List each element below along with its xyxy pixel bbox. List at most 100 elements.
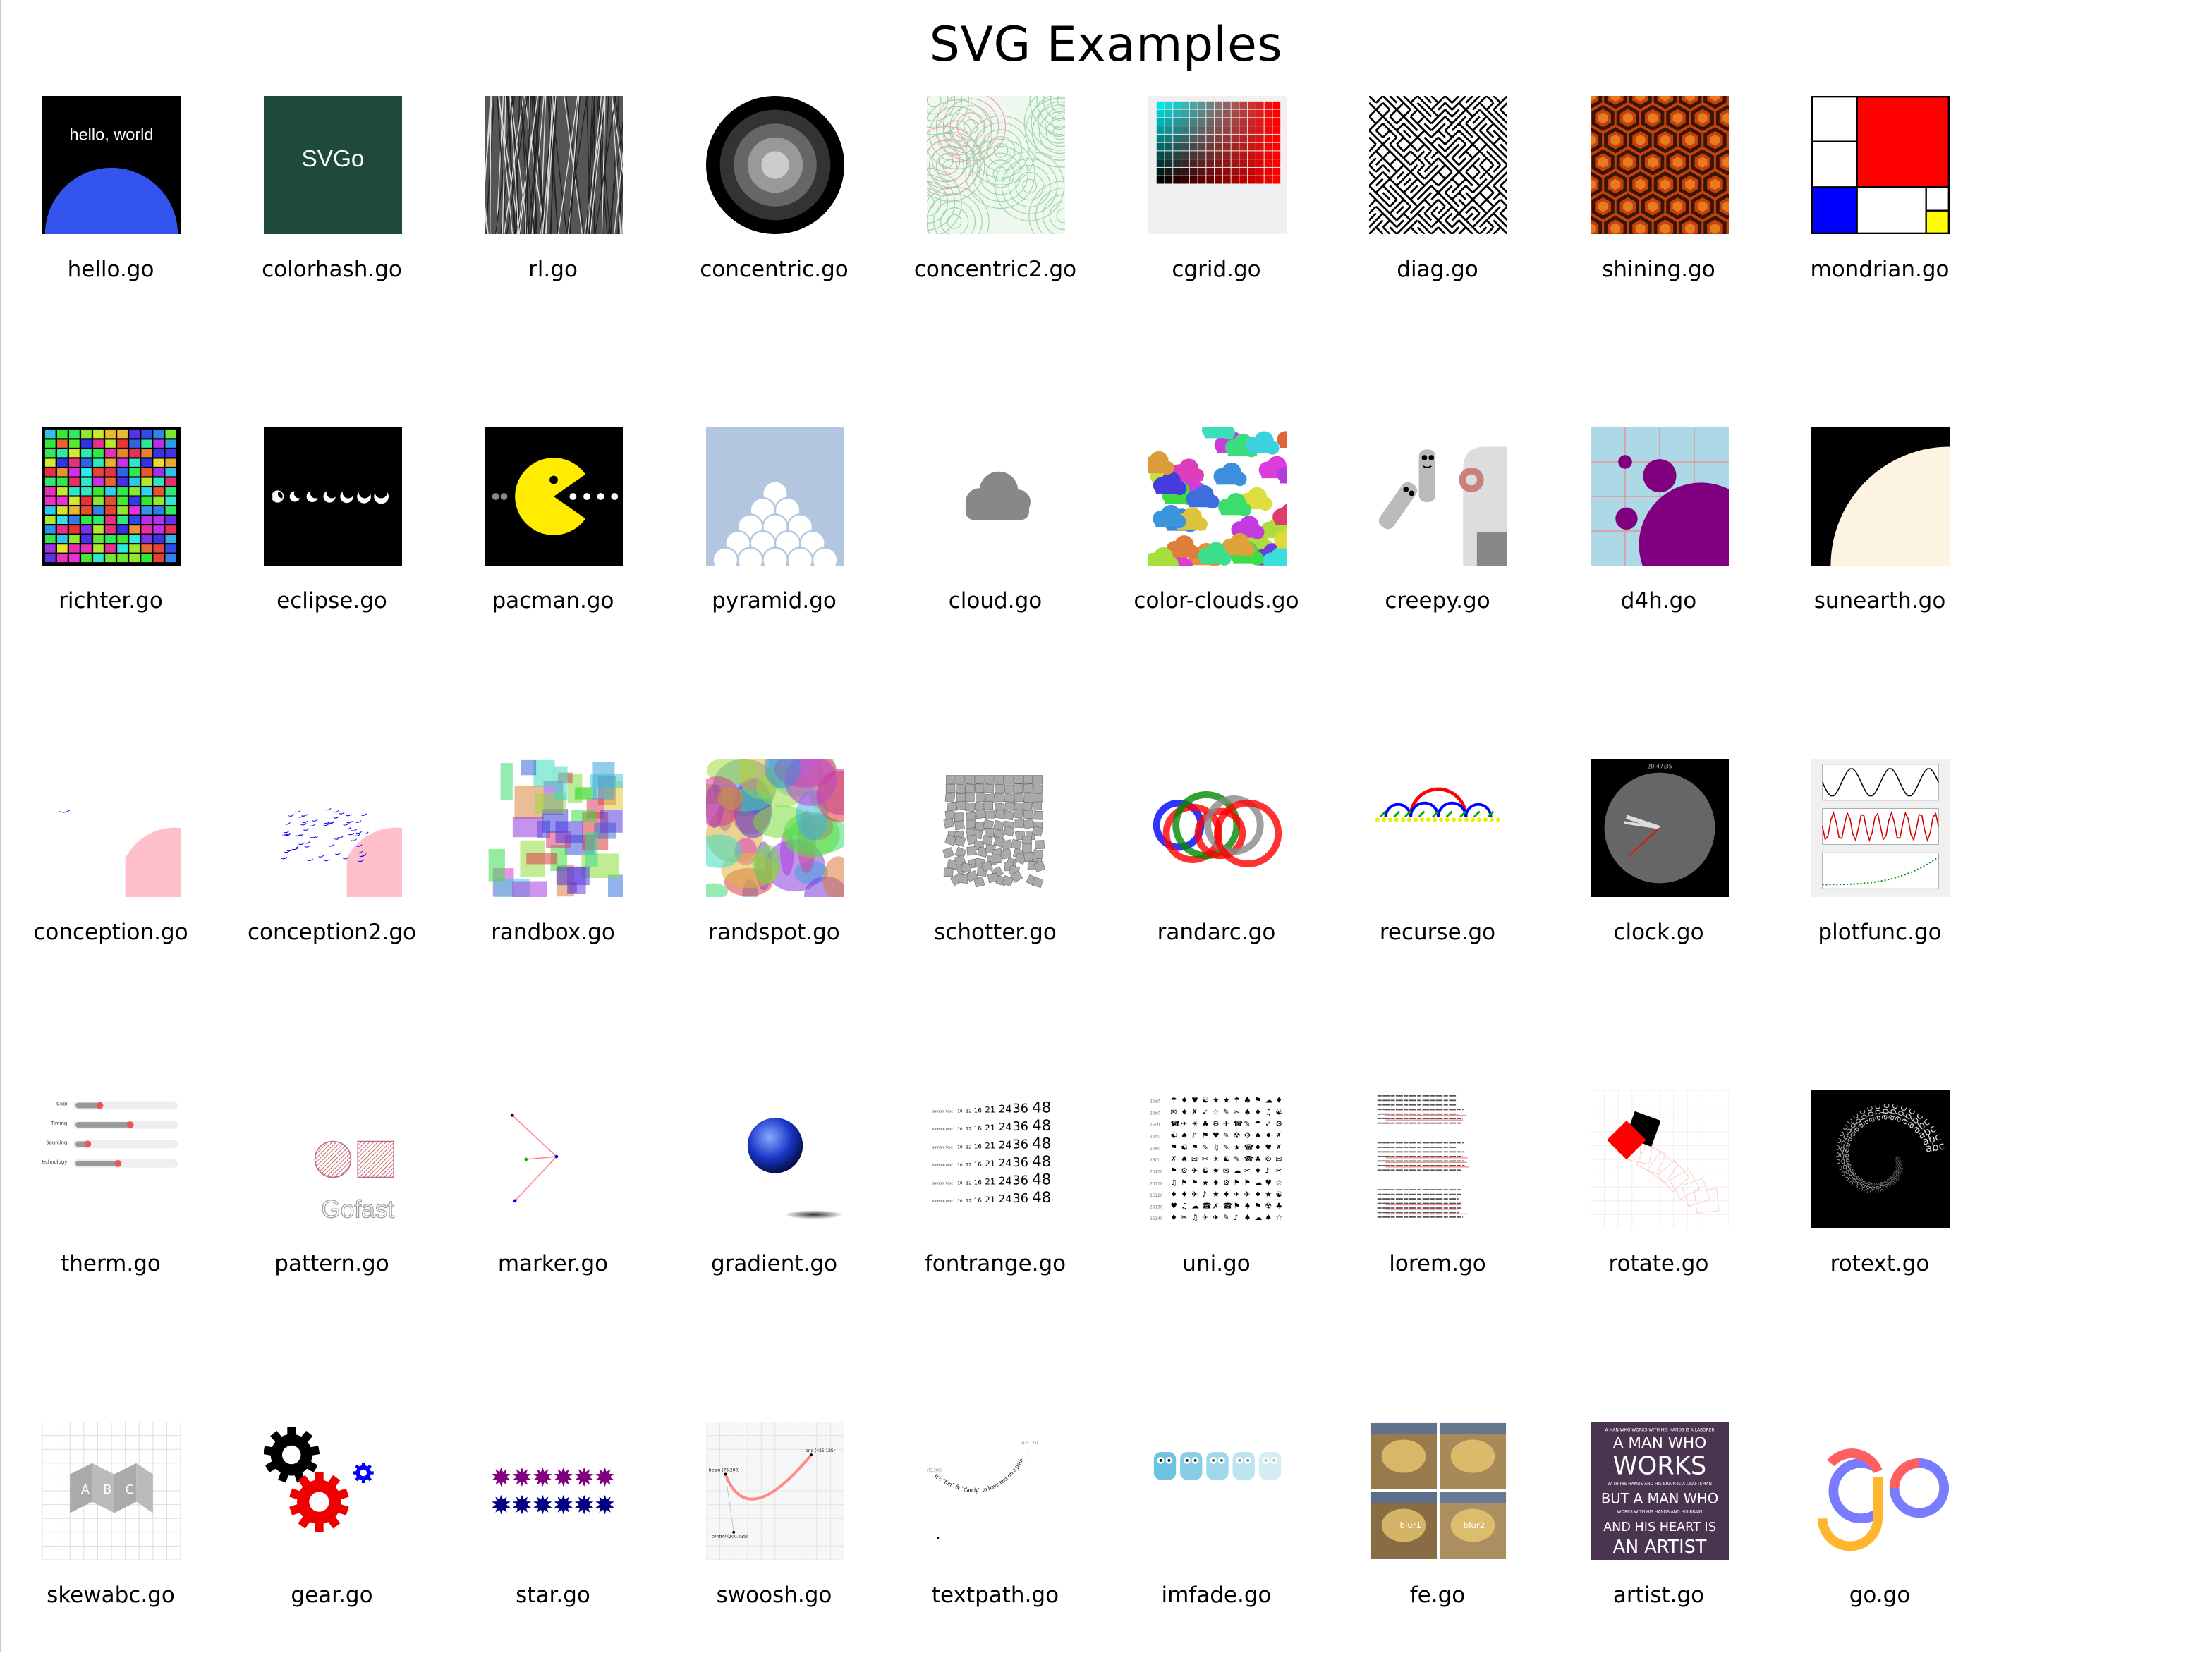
creepy-thumbnail[interactable]	[1369, 427, 1507, 566]
shining-carpet-thumbnail[interactable]	[1590, 96, 1729, 234]
example-label[interactable]: pyramid.go	[664, 588, 885, 614]
example-label[interactable]: creepy.go	[1327, 588, 1548, 614]
skew-abc-thumbnail[interactable]: AB C	[42, 1422, 181, 1560]
example-label[interactable]: therm.go	[0, 1251, 221, 1276]
example-imfade[interactable]: imfade.go	[1106, 1422, 1327, 1633]
example-rl[interactable]: rl.go	[442, 96, 664, 307]
example-concentric2[interactable]: concentric2.go	[885, 96, 1106, 307]
example-recurse[interactable]: recurse.go	[1327, 759, 1548, 970]
example-label[interactable]: cgrid.go	[1106, 257, 1327, 282]
example-label[interactable]: uni.go	[1106, 1251, 1327, 1276]
example-clock[interactable]: 20:47:35 clock.go	[1548, 759, 1770, 970]
go-logo-thumbnail[interactable]	[1811, 1422, 1950, 1560]
example-label[interactable]: rotext.go	[1769, 1251, 1991, 1276]
d4h-thumbnail[interactable]	[1590, 427, 1729, 566]
example-randbox[interactable]: randbox.go	[442, 759, 664, 970]
example-rotext[interactable]: abc abc abc abc abc abc abc abc abc abc abc abc abc a…	[1769, 1090, 1991, 1302]
example-conception[interactable]: conception.go	[0, 759, 221, 970]
gears-thumbnail[interactable]	[263, 1422, 402, 1560]
example-diag[interactable]: diag.go	[1327, 96, 1548, 307]
hello-world-thumbnail[interactable]: hello, world	[42, 96, 181, 234]
cloud-thumbnail[interactable]	[927, 427, 1065, 566]
random-spots-thumbnail[interactable]	[705, 759, 844, 897]
example-label[interactable]: mondrian.go	[1769, 257, 1991, 282]
example-label[interactable]: shining.go	[1548, 257, 1770, 282]
example-label[interactable]: color-clouds.go	[1106, 588, 1327, 614]
example-creepy[interactable]: creepy.go	[1327, 427, 1548, 639]
example-label[interactable]: colorhash.go	[221, 257, 443, 282]
example-label[interactable]: cloud.go	[885, 588, 1106, 614]
example-swoosh[interactable]: begin (76,200) end (425,125) control (100,…	[664, 1422, 885, 1633]
example-textpath[interactable]: It's "fun" & "dandy" to have text on a p…	[885, 1422, 1106, 1633]
example-label[interactable]: star.go	[442, 1582, 664, 1608]
example-label[interactable]: swoosh.go	[664, 1582, 885, 1608]
example-label[interactable]: diag.go	[1327, 257, 1548, 282]
stars-thumbnail[interactable]	[485, 1422, 623, 1560]
example-rotate[interactable]: rotate.go	[1548, 1090, 1770, 1302]
example-label[interactable]: plotfunc.go	[1769, 920, 1991, 945]
example-sunearth[interactable]: sunearth.go	[1769, 427, 1991, 639]
colorhash-thumbnail[interactable]: SVGo	[263, 96, 402, 234]
example-label[interactable]: gradient.go	[664, 1251, 885, 1276]
example-pattern[interactable]: Gofast pattern.go	[221, 1090, 443, 1302]
random-lines-thumbnail[interactable]	[485, 96, 623, 234]
example-label[interactable]: textpath.go	[885, 1582, 1106, 1608]
example-label[interactable]: conception2.go	[221, 920, 443, 945]
example-label[interactable]: lorem.go	[1327, 1251, 1548, 1276]
example-label[interactable]: eclipse.go	[221, 588, 443, 614]
example-label[interactable]: randspot.go	[664, 920, 885, 945]
example-randspot[interactable]: randspot.go	[664, 759, 885, 970]
unicode-grid-thumbnail[interactable]: 25a0 ☂ ♦ ♥ ☯ ★ ★ ☂ ♣ ⚑ ☁ ♦ 25b0 ✉ ♦ ✗ ✓ ☆ ✎ ✂ ♠ ♦ ♫ ☯ 25c0 ☎ ✈ ☀ ♣ ⚙ ✈…	[1148, 1090, 1287, 1228]
concentric-pastel-circles-thumbnail[interactable]	[927, 96, 1065, 234]
example-skewabc[interactable]: A B Cskewabc.go	[0, 1422, 221, 1633]
example-label[interactable]: gear.go	[221, 1582, 443, 1608]
example-fontrange[interactable]: sample text 10 12 16 21 24 36 48 sample text 10 12…	[885, 1090, 1106, 1302]
eclipse-phases-thumbnail[interactable]	[263, 427, 402, 566]
example-label[interactable]: schotter.go	[885, 920, 1106, 945]
example-conception2[interactable]: conception2.go	[221, 759, 443, 970]
example-label[interactable]: clock.go	[1548, 920, 1770, 945]
example-gradient[interactable]: gradient.go	[664, 1090, 885, 1302]
color-grid-thumbnail[interactable]	[1148, 96, 1287, 234]
diagonal-lines-thumbnail[interactable]	[1369, 96, 1507, 234]
example-label[interactable]: artist.go	[1548, 1582, 1770, 1608]
example-go[interactable]: go.go	[1769, 1422, 1991, 1633]
rotate-squares-thumbnail[interactable]	[1590, 1090, 1729, 1228]
example-pacman[interactable]: pacman.go	[442, 427, 664, 639]
example-color-clouds[interactable]: color-clouds.go	[1106, 427, 1327, 639]
swoosh-curve-thumbnail[interactable]: begin (76,200) end (425,125) control (100,…	[705, 1422, 844, 1560]
example-label[interactable]: recurse.go	[1327, 920, 1548, 945]
text-path-thumbnail[interactable]: It's "fun" & "dandy" to have text on a p…	[927, 1422, 1065, 1560]
example-label[interactable]: hello.go	[0, 257, 221, 282]
example-label[interactable]: fontrange.go	[885, 1251, 1106, 1276]
example-colorhash[interactable]: SVGo colorhash.go	[221, 96, 443, 307]
example-eclipse[interactable]: eclipse.go	[221, 427, 443, 639]
example-label[interactable]: rl.go	[442, 257, 664, 282]
concentric-circles-thumbnail[interactable]	[705, 96, 844, 234]
filter-effects-thumbnail[interactable]: blur1 blur2	[1369, 1422, 1507, 1560]
font-range-thumbnail[interactable]: sample text 10 12 16 21 24 36 48 sample text 10 12…	[927, 1090, 1065, 1228]
example-cloud[interactable]: cloud.go	[885, 427, 1106, 639]
example-uni[interactable]: 25a0 ☂ ♦ ♥ ☯ ★ ★ ☂ ♣ ⚑ ☁ ♦ 25b0 ✉ ♦ ✗ ✓ ☆ ✎ ✂ ♠ ♦ ♫ ☯ 25c0 ☎ ✈ ☀ ♣ ⚙ ✈…	[1106, 1090, 1327, 1302]
conception-thumbnail[interactable]	[42, 759, 181, 897]
example-label[interactable]: pacman.go	[442, 588, 664, 614]
example-therm[interactable]: Cool Timing Sourcing Technology therm.go	[0, 1090, 221, 1302]
example-label[interactable]: randbox.go	[442, 920, 664, 945]
gradient-sphere-thumbnail[interactable]	[705, 1090, 844, 1228]
random-arcs-thumbnail[interactable]	[1148, 759, 1287, 897]
clock-thumbnail[interactable]: 20:47:35	[1590, 759, 1729, 897]
example-label[interactable]: pattern.go	[221, 1251, 443, 1276]
thermometer-bars-thumbnail[interactable]: Cool Timing Sourcing Technology	[42, 1090, 181, 1228]
example-label[interactable]: sunearth.go	[1769, 588, 1991, 614]
example-label[interactable]: concentric.go	[664, 257, 885, 282]
example-plotfunc[interactable]: plotfunc.go	[1769, 759, 1991, 970]
example-label[interactable]: marker.go	[442, 1251, 664, 1276]
rotated-text-thumbnail[interactable]: abc abc abc abc abc abc abc abc abc abc abc abc abc a…	[1811, 1090, 1950, 1228]
example-shining[interactable]: shining.go	[1548, 96, 1770, 307]
pattern-thumbnail[interactable]: Gofast	[263, 1090, 402, 1228]
example-d4h[interactable]: d4h.go	[1548, 427, 1770, 639]
example-label[interactable]: conception.go	[0, 920, 221, 945]
example-cgrid[interactable]: cgrid.go	[1106, 96, 1327, 307]
recursive-arcs-thumbnail[interactable]	[1369, 759, 1507, 897]
example-star[interactable]: star.go	[442, 1422, 664, 1633]
